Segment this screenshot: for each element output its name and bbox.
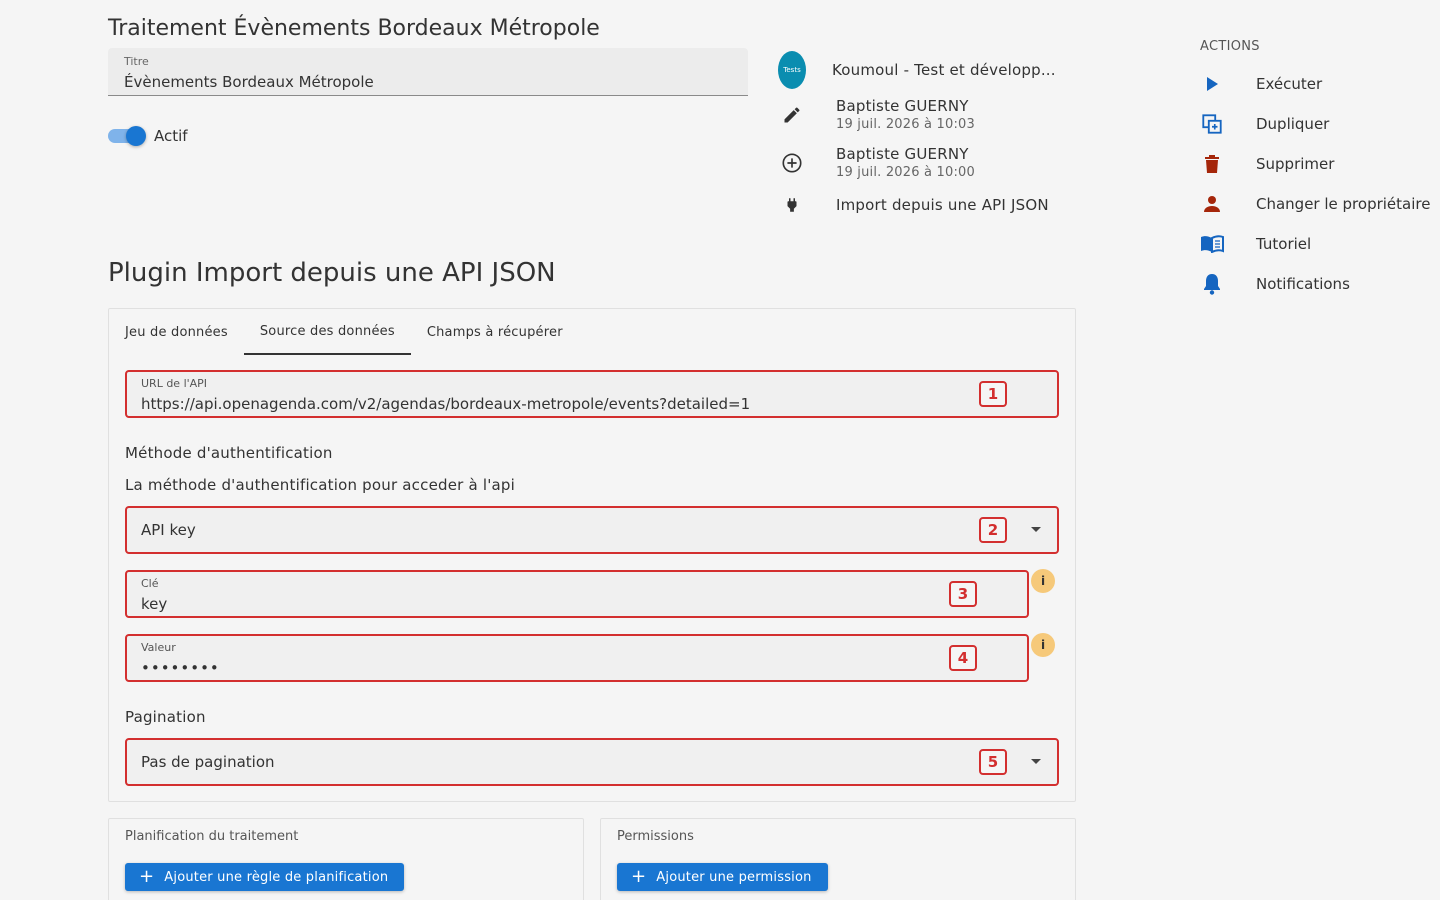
updated-by: Baptiste GUERNY	[836, 97, 969, 115]
book-icon	[1200, 232, 1224, 256]
scheduling-panel: Planification du traitement + Ajouter un…	[108, 818, 584, 900]
updated-at: 19 juil. 2026 à 10:03	[836, 117, 975, 132]
action-delete[interactable]: Supprimer	[1200, 152, 1334, 176]
plugin-section-title: Plugin Import depuis une API JSON	[108, 258, 556, 288]
action-label: Dupliquer	[1256, 115, 1330, 133]
owner-avatar-wrap: Tests	[778, 51, 806, 89]
pagination-heading: Pagination	[125, 708, 206, 726]
action-label: Changer le propriétaire	[1256, 195, 1431, 213]
key-label: Clé	[141, 577, 159, 590]
api-url-field[interactable]: URL de l'API https://api.openagenda.com/…	[125, 370, 1059, 418]
pagination-select[interactable]: Pas de pagination 5	[125, 738, 1059, 786]
marker-2: 2	[979, 517, 1007, 543]
info-updated: Baptiste GUERNY 19 juil. 2026 à 10:03	[778, 97, 975, 132]
action-execute[interactable]: Exécuter	[1200, 72, 1322, 96]
key-info-icon[interactable]: i	[1031, 569, 1055, 593]
active-switch-label[interactable]: Actif	[154, 127, 188, 145]
pagination-value: Pas de pagination	[141, 753, 275, 771]
action-label: Notifications	[1256, 275, 1350, 293]
add-permission-label: Ajouter une permission	[656, 869, 812, 885]
pencil-icon	[778, 105, 806, 125]
auth-method-heading: Méthode d'authentification	[125, 444, 333, 462]
created-by: Baptiste GUERNY	[836, 145, 969, 163]
action-tutorial[interactable]: Tutoriel	[1200, 232, 1311, 256]
action-notifications[interactable]: Notifications	[1200, 272, 1350, 296]
action-label: Supprimer	[1256, 155, 1335, 173]
caret-down-icon[interactable]	[1031, 527, 1041, 532]
active-switch-thumb[interactable]	[126, 126, 146, 146]
api-url-label: URL de l'API	[141, 377, 208, 390]
permissions-title: Permissions	[617, 829, 694, 844]
info-plugin: Import depuis une API JSON	[778, 195, 1049, 215]
tab-dataset[interactable]: Jeu de données	[109, 309, 244, 355]
tab-data-source[interactable]: Source des données	[243, 309, 411, 355]
marker-5: 5	[979, 749, 1007, 775]
value-info-icon[interactable]: i	[1031, 633, 1055, 657]
created-at: 19 juil. 2026 à 10:00	[836, 165, 975, 180]
plugin-name: Import depuis une API JSON	[836, 196, 1049, 214]
add-schedule-rule-label: Ajouter une règle de planification	[164, 869, 389, 885]
value-input[interactable]: ••••••••	[141, 659, 220, 677]
permissions-panel: Permissions + Ajouter une permission	[600, 818, 1076, 900]
value-field[interactable]: Valeur •••••••• 4	[125, 634, 1029, 682]
page-title: Traitement Évènements Bordeaux Métropole	[108, 16, 600, 41]
plug-icon	[778, 195, 806, 215]
title-field-label: Titre	[124, 55, 149, 68]
marker-3: 3	[949, 581, 977, 607]
owner-name: Koumoul - Test et développ...	[832, 61, 1056, 79]
api-url-input[interactable]: https://api.openagenda.com/v2/agendas/bo…	[141, 395, 750, 413]
plus-icon: +	[139, 866, 155, 887]
auth-method-select[interactable]: API key 2	[125, 506, 1059, 554]
trash-icon	[1200, 152, 1224, 176]
info-created: Baptiste GUERNY 19 juil. 2026 à 10:00	[778, 145, 975, 180]
bell-icon	[1200, 272, 1224, 296]
plus-circle-icon	[778, 152, 806, 174]
play-icon	[1200, 72, 1224, 96]
add-permission-button[interactable]: + Ajouter une permission	[617, 863, 828, 891]
scheduling-title: Planification du traitement	[125, 829, 299, 844]
action-label: Tutoriel	[1256, 235, 1312, 253]
marker-4: 4	[949, 645, 977, 671]
person-icon	[1200, 192, 1224, 216]
info-owner: Tests Koumoul - Test et développ...	[778, 51, 1056, 89]
action-label: Exécuter	[1256, 75, 1323, 93]
owner-avatar: Tests	[778, 51, 806, 89]
marker-1: 1	[979, 381, 1007, 407]
actions-heading: ACTIONS	[1200, 39, 1260, 54]
key-input[interactable]: key	[141, 595, 167, 613]
title-field-value[interactable]: Évènements Bordeaux Métropole	[124, 73, 374, 91]
tab-fields[interactable]: Champs à récupérer	[411, 309, 579, 355]
active-switch[interactable]	[108, 126, 148, 146]
auth-method-description: La méthode d'authentification pour acced…	[125, 476, 516, 494]
value-label: Valeur	[141, 641, 176, 654]
key-field[interactable]: Clé key 3	[125, 570, 1029, 618]
title-field[interactable]: Titre Évènements Bordeaux Métropole	[108, 48, 748, 96]
plugin-tabs: Jeu de données Source des données Champs…	[109, 309, 579, 355]
caret-down-icon[interactable]	[1031, 759, 1041, 764]
auth-method-value: API key	[141, 521, 196, 539]
action-change-owner[interactable]: Changer le propriétaire	[1200, 192, 1430, 216]
add-schedule-rule-button[interactable]: + Ajouter une règle de planification	[125, 863, 405, 891]
plugin-config-card: Jeu de données Source des données Champs…	[108, 308, 1076, 802]
duplicate-icon	[1200, 112, 1224, 136]
action-duplicate[interactable]: Dupliquer	[1200, 112, 1329, 136]
plus-icon: +	[631, 866, 647, 887]
